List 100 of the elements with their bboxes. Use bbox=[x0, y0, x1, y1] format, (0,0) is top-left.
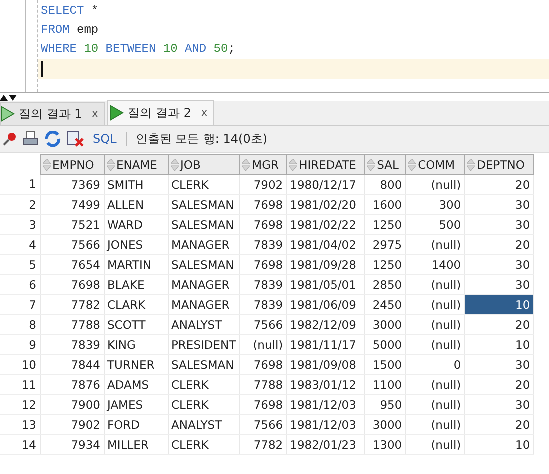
table-cell: 5000 bbox=[364, 334, 406, 354]
table-cell: FORD bbox=[104, 414, 168, 434]
table-cell: 30 bbox=[464, 194, 534, 214]
table-cell: 1250 bbox=[364, 254, 406, 274]
sort-icon bbox=[106, 158, 114, 170]
sort-icon bbox=[242, 158, 250, 170]
row-number: 3 bbox=[0, 214, 40, 234]
table-cell: MANAGER bbox=[168, 274, 240, 294]
sort-icon bbox=[42, 158, 50, 170]
column-header[interactable]: COMM bbox=[406, 154, 465, 174]
sort-icon bbox=[289, 158, 298, 170]
table-cell: CLERK bbox=[168, 394, 240, 414]
table-cell: CLERK bbox=[168, 434, 240, 454]
table-cell: 7844 bbox=[40, 354, 104, 374]
column-header[interactable]: HIREDATE bbox=[286, 154, 365, 174]
table-cell: 7876 bbox=[40, 374, 104, 394]
table-cell: 7839 bbox=[240, 274, 287, 294]
table-cell: 7788 bbox=[40, 314, 104, 334]
row-number: 4 bbox=[0, 234, 40, 254]
table-cell: 300 bbox=[406, 194, 465, 214]
table-cell: (null) bbox=[406, 394, 465, 414]
column-header[interactable]: EMPNO bbox=[40, 154, 104, 174]
row-number: 9 bbox=[0, 334, 40, 354]
table-cell: 1981/12/03 bbox=[286, 394, 365, 414]
table-cell: 7698 bbox=[240, 214, 287, 234]
row-number: 11 bbox=[0, 374, 40, 394]
table-cell: 7902 bbox=[40, 414, 104, 434]
printer-icon[interactable] bbox=[23, 131, 39, 147]
column-header[interactable]: ENAME bbox=[104, 154, 168, 174]
table-cell: SMITH bbox=[104, 174, 168, 194]
table-cell: 1981/05/01 bbox=[286, 274, 365, 294]
table-cell: 950 bbox=[364, 394, 406, 414]
table-cell: ADAMS bbox=[104, 374, 168, 394]
table-cell: SALESMAN bbox=[168, 354, 240, 374]
table-cell: 7839 bbox=[40, 334, 104, 354]
row-number: 13 bbox=[0, 414, 40, 434]
column-header[interactable]: MGR bbox=[240, 154, 287, 174]
row-number: 1 bbox=[0, 174, 40, 194]
table-cell: MARTIN bbox=[104, 254, 168, 274]
table-cell: ANALYST bbox=[168, 414, 240, 434]
table-cell: CLERK bbox=[168, 174, 240, 194]
table-cell: 1982/12/09 bbox=[286, 314, 365, 334]
table-cell: 1981/02/20 bbox=[286, 194, 365, 214]
table-cell: 1981/04/02 bbox=[286, 234, 365, 254]
table-cell: 20 bbox=[464, 234, 534, 254]
table-cell: (null) bbox=[406, 274, 465, 294]
table-cell: 1500 bbox=[364, 354, 406, 374]
table-cell: 1600 bbox=[364, 194, 406, 214]
table-cell: 7566 bbox=[240, 314, 287, 334]
table-cell: 1400 bbox=[406, 254, 465, 274]
table-cell: 20 bbox=[464, 174, 534, 194]
row-number: 6 bbox=[0, 274, 40, 294]
table-cell: 10 bbox=[464, 294, 534, 314]
close-tab-button[interactable]: x bbox=[195, 108, 208, 118]
refresh-icon[interactable] bbox=[44, 131, 62, 147]
table-cell: 10 bbox=[464, 434, 534, 454]
result-tab[interactable]: 질의 결과 2 x bbox=[107, 100, 214, 125]
table-cell: (null) bbox=[406, 334, 465, 354]
table-cell: (null) bbox=[406, 314, 465, 334]
table-cell: 2975 bbox=[364, 234, 406, 254]
sort-icon bbox=[367, 158, 376, 170]
row-number: 2 bbox=[0, 194, 40, 214]
pin-icon[interactable] bbox=[2, 131, 18, 147]
table-cell: 20 bbox=[464, 314, 534, 334]
table-cell: MILLER bbox=[104, 434, 168, 454]
table-cell: 0 bbox=[406, 354, 465, 374]
table-cell: 3000 bbox=[364, 414, 406, 434]
table-cell: 30 bbox=[464, 354, 534, 374]
run-icon bbox=[1, 106, 15, 122]
table-cell: 20 bbox=[464, 414, 534, 434]
table-cell: CLERK bbox=[168, 374, 240, 394]
table-cell: ALLEN bbox=[104, 194, 168, 214]
result-tab[interactable]: 질의 결과 1 x bbox=[0, 102, 106, 125]
table-cell: 7698 bbox=[240, 394, 287, 414]
table-cell: JAMES bbox=[104, 394, 168, 414]
row-number: 12 bbox=[0, 394, 40, 414]
table-cell: SALESMAN bbox=[168, 194, 240, 214]
close-tab-button[interactable]: x bbox=[86, 108, 98, 120]
sql-editor[interactable]: SELECT * FROM emp WHERE 10 BETWEEN 10 AND 50; bbox=[37, 0, 549, 92]
code-line: SELECT * bbox=[40, 3, 100, 20]
column-header[interactable]: SAL bbox=[364, 154, 406, 174]
table-cell: 10 bbox=[464, 334, 534, 354]
sort-icon bbox=[467, 158, 476, 170]
table-cell: 7369 bbox=[40, 174, 104, 194]
sql-link[interactable]: SQL bbox=[93, 132, 117, 146]
table-cell: CLARK bbox=[104, 294, 168, 314]
table-cell: 1981/09/08 bbox=[286, 354, 365, 374]
column-header[interactable]: JOB bbox=[168, 154, 240, 174]
table-cell: KING bbox=[104, 334, 168, 354]
table-cell: SALESMAN bbox=[168, 254, 240, 274]
splitter-arrows-icon[interactable] bbox=[0, 94, 18, 100]
column-header[interactable]: DEPTNO bbox=[464, 154, 534, 174]
status-text: 인출된 모든 행: 14(0초) bbox=[136, 130, 268, 148]
table-cell: 7782 bbox=[40, 294, 104, 314]
sort-icon bbox=[408, 158, 416, 170]
table-cell: 800 bbox=[364, 174, 406, 194]
table-cell: 1981/02/22 bbox=[286, 214, 365, 234]
table-cell: 7934 bbox=[40, 434, 104, 454]
delete-document-icon[interactable] bbox=[67, 131, 85, 147]
table-cell: 7698 bbox=[240, 194, 287, 214]
